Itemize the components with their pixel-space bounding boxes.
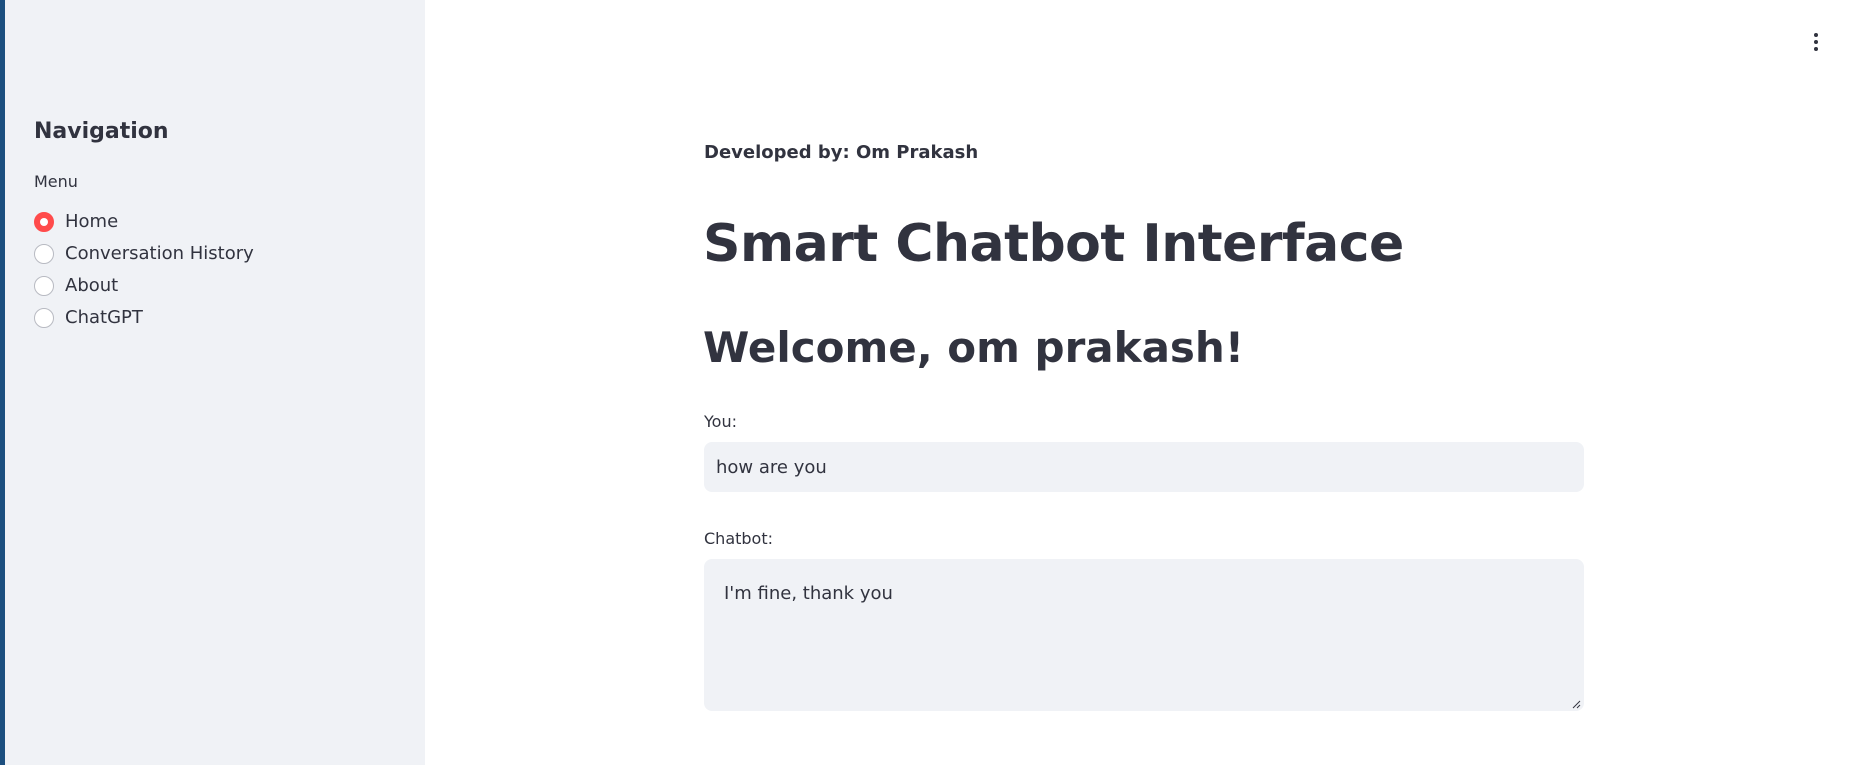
- chatbot-response-textarea[interactable]: I'm fine, thank you: [704, 559, 1584, 711]
- radio-unselected-icon[interactable]: [34, 276, 54, 296]
- menu-option-label: Conversation History: [65, 243, 254, 264]
- menu-option-home[interactable]: Home: [34, 206, 254, 238]
- menu-radio-label: Menu: [34, 172, 78, 191]
- developer-credit: Developed by: Om Prakash: [704, 142, 979, 163]
- welcome-heading: Welcome, om prakash!: [703, 323, 1244, 372]
- radio-unselected-icon[interactable]: [34, 308, 54, 328]
- menu-option-about[interactable]: About: [34, 270, 254, 302]
- menu-option-chatgpt[interactable]: ChatGPT: [34, 302, 254, 334]
- chatbot-label: Chatbot:: [704, 529, 773, 548]
- menu-option-label: Home: [65, 211, 119, 232]
- you-label: You:: [704, 412, 737, 431]
- menu-option-conversation-history[interactable]: Conversation History: [34, 238, 254, 270]
- vertical-ellipsis-icon[interactable]: [1806, 30, 1826, 54]
- sidebar-title: Navigation: [34, 119, 169, 144]
- menu-option-label: ChatGPT: [65, 307, 143, 328]
- sidebar: Navigation Menu Home Conversation Histor…: [5, 0, 425, 765]
- menu-radio-group: Home Conversation History About ChatGPT: [34, 206, 254, 334]
- page-title: Smart Chatbot Interface: [703, 214, 1404, 274]
- radio-selected-icon[interactable]: [34, 212, 54, 232]
- app: Navigation Menu Home Conversation Histor…: [0, 0, 1854, 765]
- menu-option-label: About: [65, 275, 119, 296]
- radio-unselected-icon[interactable]: [34, 244, 54, 264]
- you-input[interactable]: [704, 442, 1584, 492]
